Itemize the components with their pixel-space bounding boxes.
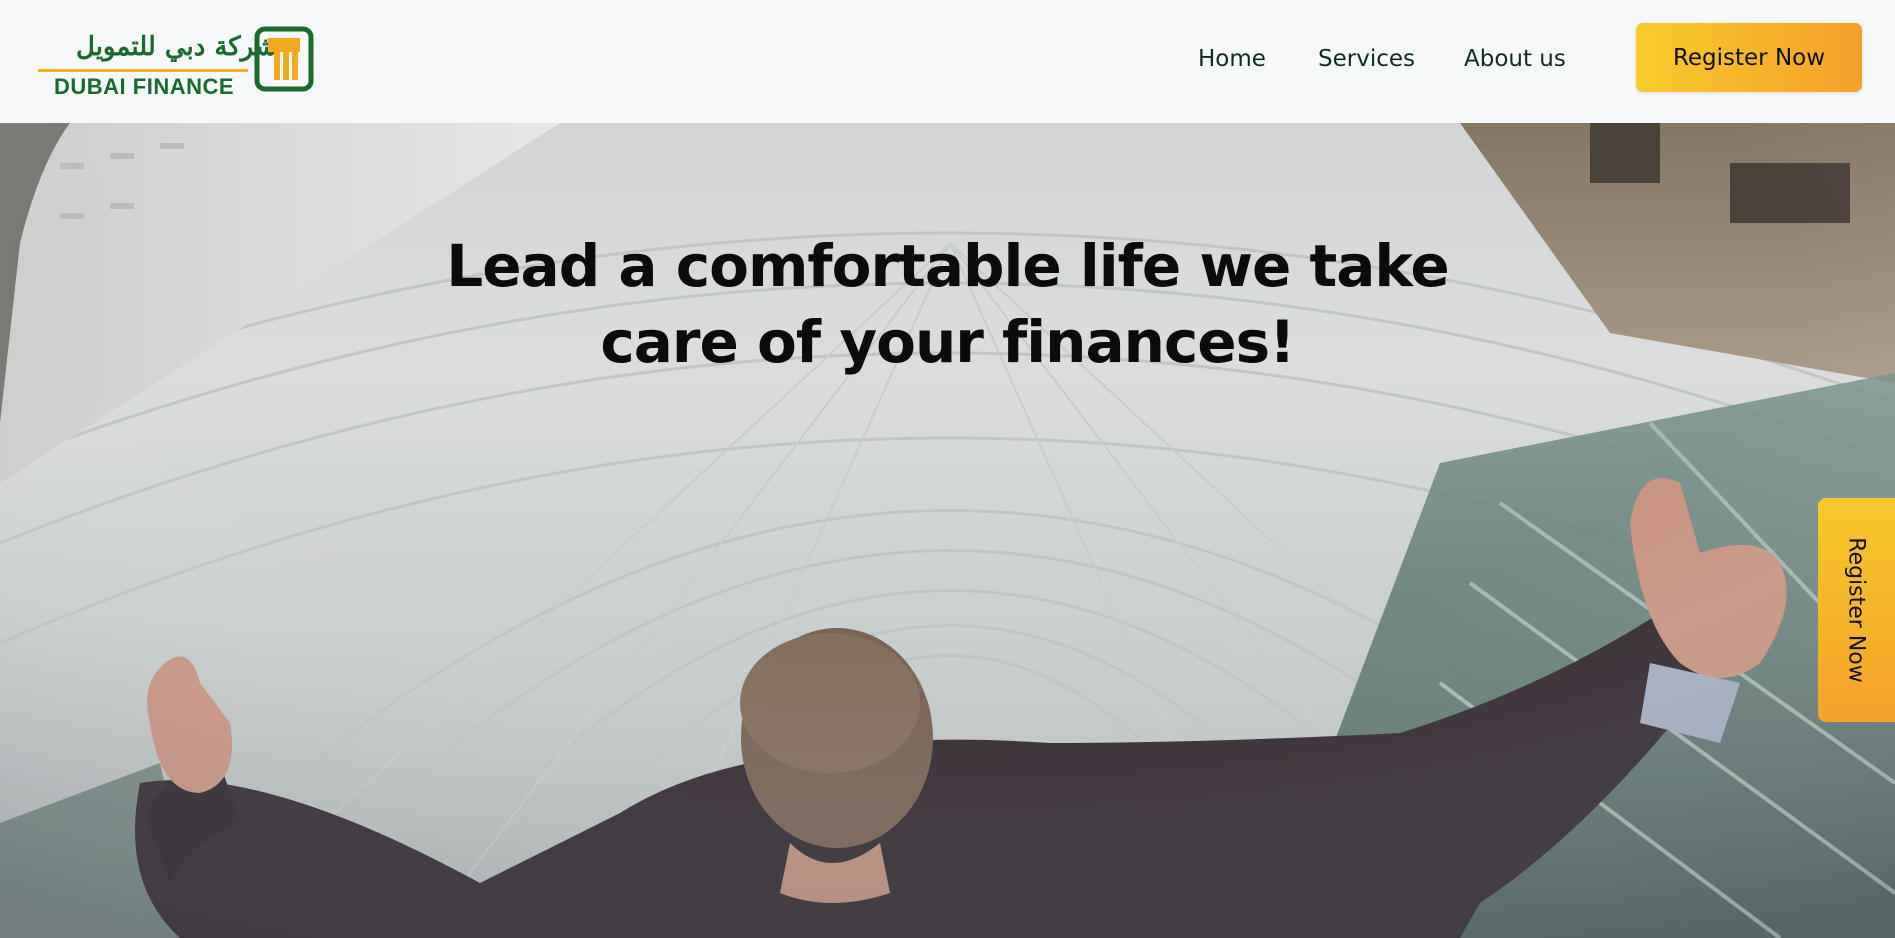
nav-home-link[interactable]: Home (1198, 46, 1266, 72)
hero-headline: Lead a comfortable life we take care of … (0, 228, 1895, 380)
logo-wordmark: شركة دبي للتمويل DUBAI FINANCE (36, 24, 277, 99)
logo-arabic-text: شركة دبي للتمويل (76, 32, 277, 62)
nav-services-link[interactable]: Services (1318, 46, 1415, 72)
side-register-label: Register Now (1843, 537, 1869, 683)
logo-divider (38, 69, 248, 72)
logo[interactable]: شركة دبي للتمويل DUBAI FINANCE (36, 24, 326, 99)
hero-headline-line-1: Lead a comfortable life we take (446, 232, 1449, 300)
hero-section: Lead a comfortable life we take care of … (0, 123, 1895, 938)
logo-english-text: DUBAI FINANCE (54, 74, 235, 99)
logo-mark-icon (254, 26, 314, 92)
register-now-button[interactable]: Register Now (1636, 23, 1862, 92)
site-header: شركة دبي للتمويل DUBAI FINANCE Home Serv… (0, 0, 1895, 123)
nav-about-link[interactable]: About us (1464, 46, 1566, 72)
hero-headline-line-2: care of your finances! (600, 308, 1295, 376)
side-register-now-tab[interactable]: Register Now (1818, 498, 1895, 722)
